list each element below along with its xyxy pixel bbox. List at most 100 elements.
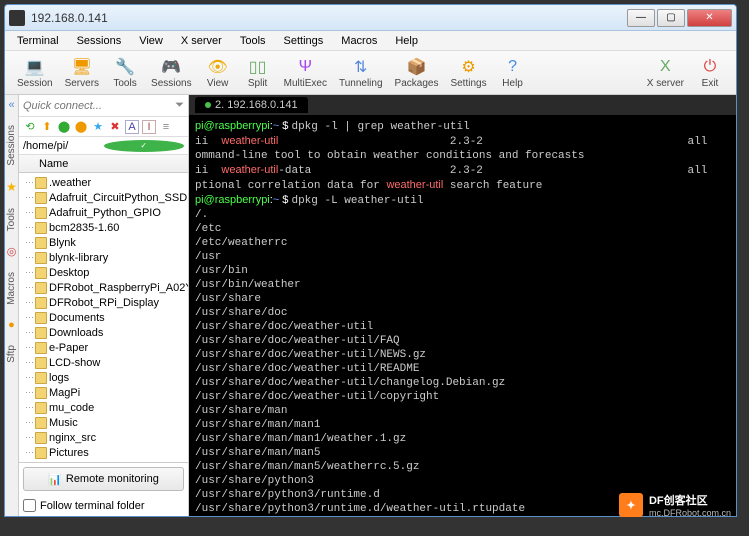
tool-x-server[interactable]: XX server bbox=[641, 55, 690, 91]
tree-item[interactable]: ⋯Downloads bbox=[19, 325, 188, 340]
tree-item-label: Documents bbox=[49, 312, 105, 324]
tree-item[interactable]: ⋯bcm2835-1.60 bbox=[19, 220, 188, 235]
minimize-button[interactable]: — bbox=[627, 9, 655, 27]
tree-item-label: DFRobot_RaspberryPi_A02YY... bbox=[49, 282, 188, 294]
menu-view[interactable]: View bbox=[131, 33, 171, 49]
quick-connect-input[interactable] bbox=[23, 100, 175, 112]
tool-tunneling[interactable]: ⇅Tunneling bbox=[333, 55, 389, 91]
tree-item[interactable]: ⋯mu_code bbox=[19, 400, 188, 415]
tree-item[interactable]: ⋯Music bbox=[19, 415, 188, 430]
tree-item[interactable]: ⋯Adafruit_Python_GPIO bbox=[19, 205, 188, 220]
path-ok-icon: ✓ bbox=[104, 140, 185, 152]
terminal-area: 2. 192.168.0.141 pi@raspberrypi:~ $ dpkg… bbox=[189, 95, 736, 516]
help-icon: ? bbox=[503, 57, 523, 77]
tool-multiexec[interactable]: ΨMultiExec bbox=[278, 55, 333, 91]
tool-packages[interactable]: 📦Packages bbox=[389, 55, 445, 91]
tree-header[interactable]: Name bbox=[19, 155, 188, 173]
tree-item[interactable]: ⋯Public bbox=[19, 460, 188, 462]
tree-item[interactable]: ⋯MagPi bbox=[19, 385, 188, 400]
tree-item[interactable]: ⋯.weather bbox=[19, 175, 188, 190]
home-icon[interactable]: ⬤ bbox=[74, 120, 88, 134]
tree-item[interactable]: ⋯Pictures bbox=[19, 445, 188, 460]
tool-view[interactable]: 👁View bbox=[198, 55, 238, 91]
vtab-tools[interactable]: Tools bbox=[5, 204, 18, 235]
tree-item-label: mu_code bbox=[49, 402, 94, 414]
filter-i-icon[interactable]: I bbox=[142, 120, 156, 134]
settings-icon: ⚙ bbox=[459, 57, 479, 77]
close-button[interactable]: ✕ bbox=[687, 9, 732, 27]
remote-monitoring-button[interactable]: 📊 Remote monitoring bbox=[23, 467, 184, 491]
up-icon[interactable]: ⬆ bbox=[40, 120, 54, 134]
vertical-tab-strip: « Sessions ★ Tools ◎ Macros ● Sftp bbox=[5, 95, 19, 516]
tool-label: X server bbox=[647, 78, 684, 89]
tool-exit[interactable]: ⏻Exit bbox=[690, 55, 730, 91]
tree-item-label: Downloads bbox=[49, 327, 103, 339]
dropdown-icon[interactable]: ⏷ bbox=[175, 99, 184, 112]
tool-tools[interactable]: 🔧Tools bbox=[105, 55, 145, 91]
view-icon: 👁 bbox=[208, 57, 228, 77]
tool-session[interactable]: 💻Session bbox=[11, 55, 59, 91]
star-icon[interactable]: ★ bbox=[6, 180, 17, 194]
menu-terminal[interactable]: Terminal bbox=[9, 33, 67, 49]
delete-icon[interactable]: ✖ bbox=[108, 120, 122, 134]
menu-tools[interactable]: Tools bbox=[232, 33, 274, 49]
tree-item[interactable]: ⋯DFRobot_RPi_Display bbox=[19, 295, 188, 310]
find-icon[interactable]: ⬤ bbox=[57, 120, 71, 134]
titlebar[interactable]: 192.168.0.141 — ▢ ✕ bbox=[5, 5, 736, 31]
tool-label: Split bbox=[248, 78, 267, 89]
filter-a-icon[interactable]: A bbox=[125, 120, 139, 134]
terminal-tab[interactable]: 2. 192.168.0.141 bbox=[195, 97, 308, 113]
tree-item[interactable]: ⋯DFRobot_RaspberryPi_A02YY... bbox=[19, 280, 188, 295]
tool-split[interactable]: ▯▯Split bbox=[238, 55, 278, 91]
tree-item-label: Public bbox=[49, 462, 79, 463]
menu-macros[interactable]: Macros bbox=[333, 33, 385, 49]
menu-help[interactable]: Help bbox=[387, 33, 426, 49]
vtab-macros[interactable]: Macros bbox=[5, 268, 18, 309]
menu-settings[interactable]: Settings bbox=[276, 33, 332, 49]
follow-checkbox-input[interactable] bbox=[23, 499, 36, 512]
refresh-icon[interactable]: ⟲ bbox=[23, 120, 37, 134]
tree-item[interactable]: ⋯Documents bbox=[19, 310, 188, 325]
tree-item[interactable]: ⋯LCD-show bbox=[19, 355, 188, 370]
tool-label: Tools bbox=[113, 78, 136, 89]
tool-servers[interactable]: 🖥Servers bbox=[59, 55, 105, 91]
tool-sessions[interactable]: 🎮Sessions bbox=[145, 55, 198, 91]
tree-item-label: blynk-library bbox=[49, 252, 108, 264]
menubar: TerminalSessionsViewX serverToolsSetting… bbox=[5, 31, 736, 51]
tree-item[interactable]: ⋯Adafruit_CircuitPython_SSD1... bbox=[19, 190, 188, 205]
tree-item[interactable]: ⋯e-Paper bbox=[19, 340, 188, 355]
watermark-sub: mc.DFRobot.com.cn bbox=[649, 508, 731, 518]
menu-x-server[interactable]: X server bbox=[173, 33, 230, 49]
multiexec-icon: Ψ bbox=[295, 57, 315, 77]
tree-item[interactable]: ⋯blynk-library bbox=[19, 250, 188, 265]
quick-connect-bar: ⏷ bbox=[19, 95, 188, 117]
file-tree[interactable]: ⋯.weather⋯Adafruit_CircuitPython_SSD1...… bbox=[19, 173, 188, 462]
tool-label: MultiExec bbox=[284, 78, 327, 89]
terminal-output[interactable]: pi@raspberrypi:~ $ dpkg -l | grep weathe… bbox=[189, 115, 736, 516]
vtab-sessions[interactable]: Sessions bbox=[5, 121, 18, 170]
maximize-button[interactable]: ▢ bbox=[657, 9, 685, 27]
tool-settings[interactable]: ⚙Settings bbox=[444, 55, 492, 91]
path-bar[interactable]: /home/pi/ ✓ bbox=[19, 137, 188, 155]
tool-label: View bbox=[207, 78, 229, 89]
sftp-icon[interactable]: ● bbox=[8, 319, 15, 331]
bookmark-icon[interactable]: ★ bbox=[91, 120, 105, 134]
x server-icon: X bbox=[655, 57, 675, 77]
tree-item[interactable]: ⋯Desktop bbox=[19, 265, 188, 280]
collapse-icon[interactable]: « bbox=[8, 99, 14, 111]
tree-item[interactable]: ⋯logs bbox=[19, 370, 188, 385]
tree-item-label: e-Paper bbox=[49, 342, 88, 354]
tree-header-name: Name bbox=[39, 158, 68, 170]
macros-icon[interactable]: ◎ bbox=[7, 245, 17, 258]
follow-terminal-checkbox[interactable]: Follow terminal folder bbox=[19, 495, 188, 516]
follow-label: Follow terminal folder bbox=[40, 500, 145, 512]
list-icon[interactable]: ≡ bbox=[159, 120, 173, 134]
tree-item[interactable]: ⋯Blynk bbox=[19, 235, 188, 250]
menu-sessions[interactable]: Sessions bbox=[69, 33, 130, 49]
tool-help[interactable]: ?Help bbox=[493, 55, 533, 91]
window-title: 192.168.0.141 bbox=[31, 11, 627, 25]
tree-item[interactable]: ⋯nginx_src bbox=[19, 430, 188, 445]
vtab-sftp[interactable]: Sftp bbox=[5, 341, 18, 367]
tree-item-label: logs bbox=[49, 372, 69, 384]
watermark-main: DF创客社区 bbox=[649, 495, 708, 507]
